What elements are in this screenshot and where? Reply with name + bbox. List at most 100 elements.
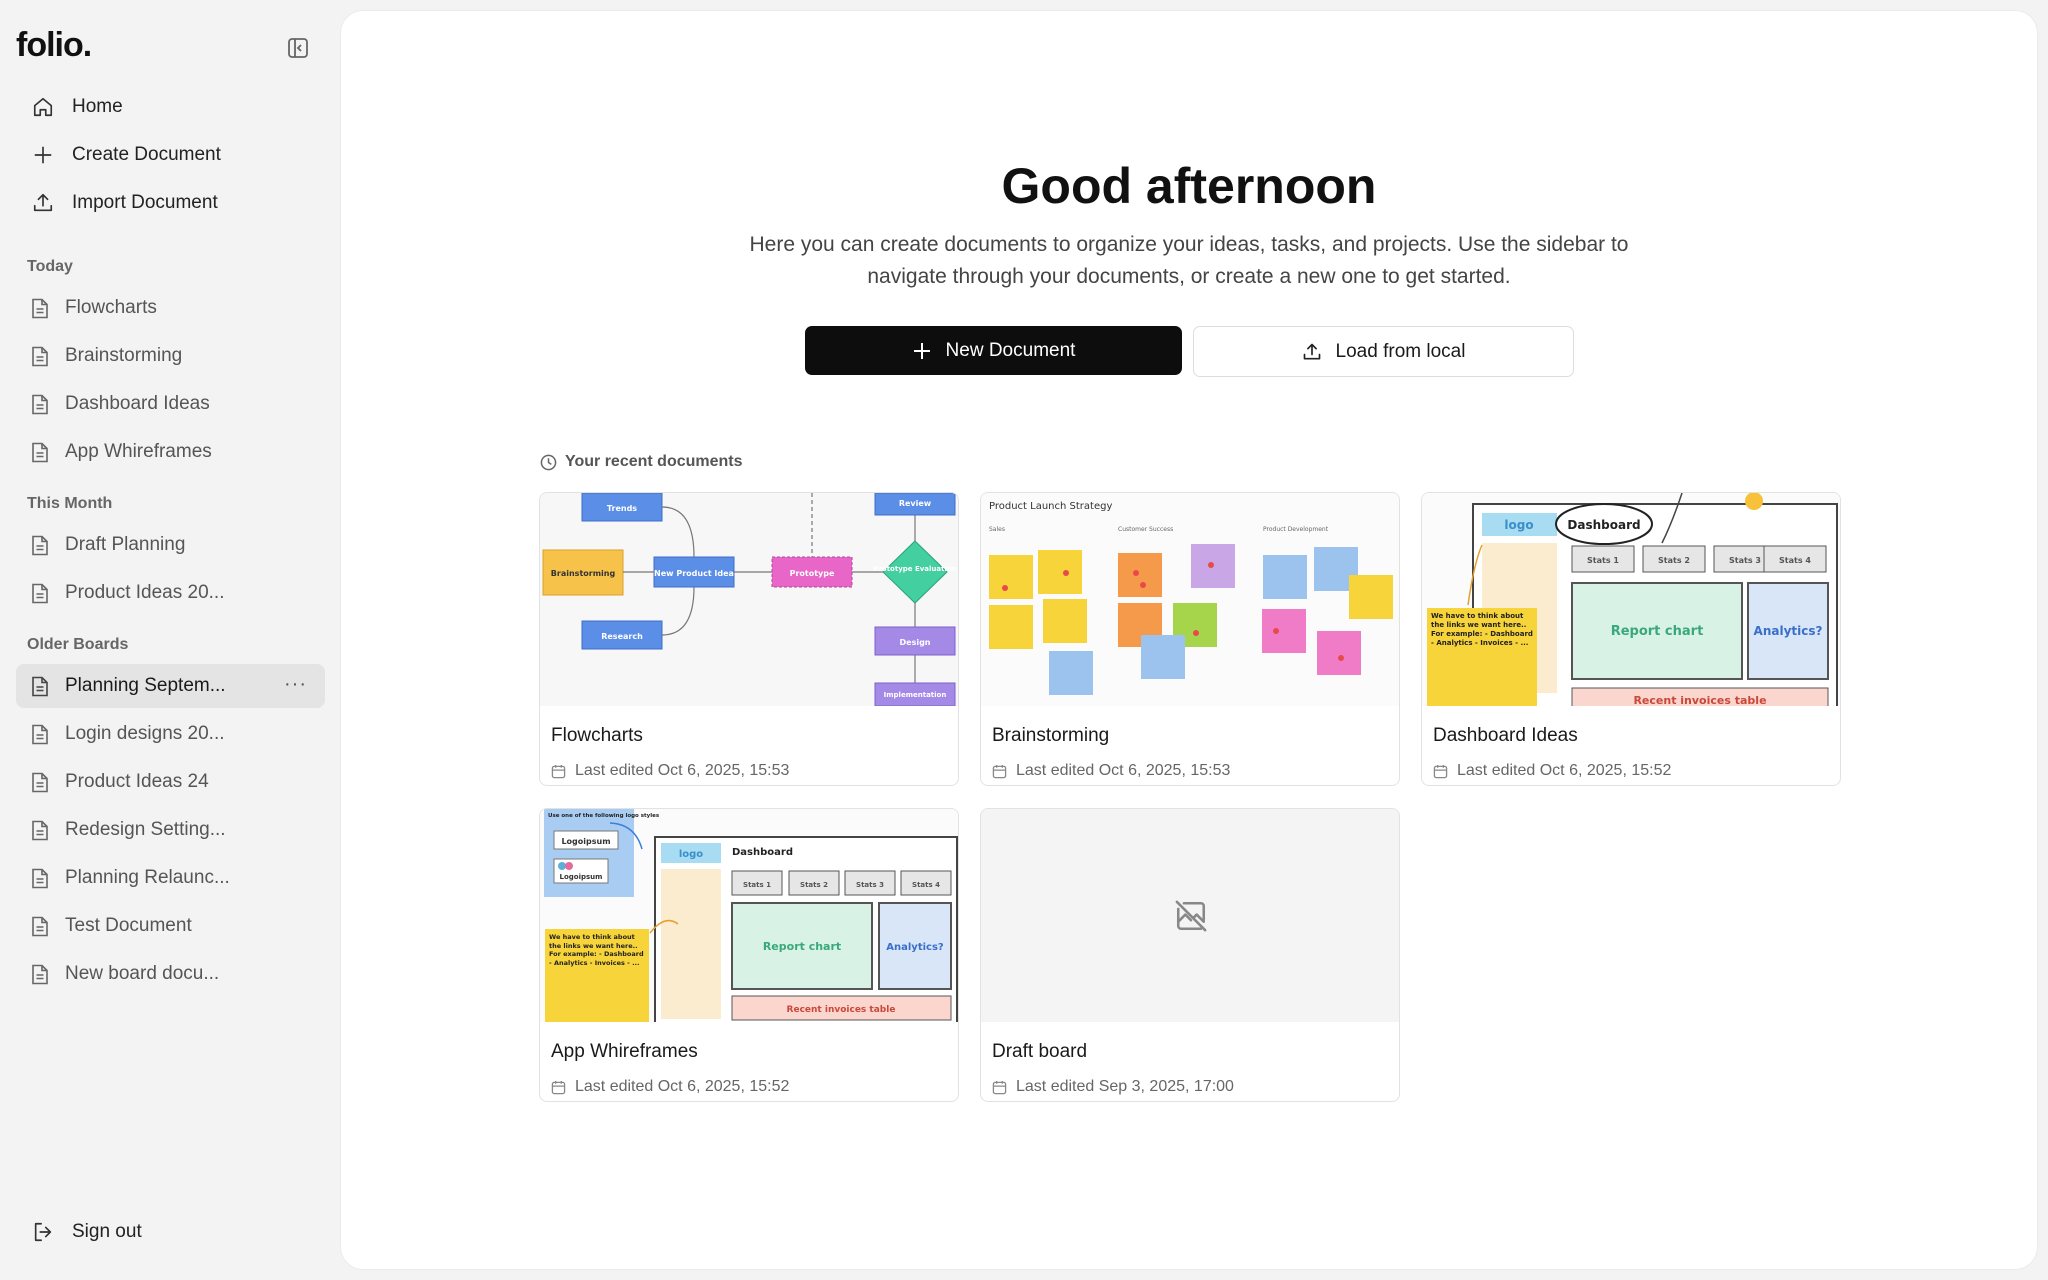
page-title: Good afternoon <box>1001 158 1377 214</box>
flow-node-label: New Product Idea <box>654 569 734 578</box>
document-icon <box>30 723 50 745</box>
no-image-icon <box>1175 900 1207 931</box>
nav-home[interactable]: Home <box>16 85 325 129</box>
sidebar-doc-label: Planning Relaunc... <box>65 867 230 888</box>
flow-node-label: Brainstorming <box>551 569 616 578</box>
sticky-note-text: We have to think about the links we want… <box>1431 612 1533 647</box>
document-icon <box>30 963 50 985</box>
sign-out-icon <box>30 1219 56 1245</box>
sidebar-doc-label: Redesign Setting... <box>65 819 226 840</box>
section-today: Today <box>27 258 73 275</box>
app-logo[interactable]: folio. <box>16 26 92 65</box>
sidebar: folio. Home Create Document Import Docum… <box>0 0 340 1280</box>
sign-out-button[interactable]: Sign out <box>16 1210 216 1254</box>
sidebar-doc-label: Dashboard Ideas <box>65 393 210 414</box>
calendar-icon <box>992 1080 1007 1095</box>
card-title: Draft board <box>992 1041 1088 1062</box>
flow-node-label: Trends <box>607 504 637 513</box>
clock-icon <box>540 454 557 471</box>
sign-out-label: Sign out <box>72 1221 142 1242</box>
new-document-button[interactable]: New Document <box>805 326 1182 375</box>
document-card[interactable]: Product Launch Strategy Sales Customer S… <box>980 492 1400 786</box>
document-card[interactable]: Trends Brainstorming New Product Idea Pr… <box>539 492 959 786</box>
sidebar-doc-item[interactable]: Redesign Setting... <box>16 808 325 852</box>
main-panel: Good afternoon Here you can create docum… <box>341 11 2037 1269</box>
wire-label: Use one of the following logo styles <box>548 813 660 819</box>
calendar-icon <box>1433 764 1448 779</box>
card-meta: Last edited Oct 6, 2025, 15:52 <box>1433 762 1671 780</box>
card-title: Flowcharts <box>551 725 643 746</box>
card-meta: Last edited Oct 6, 2025, 15:53 <box>992 762 1230 780</box>
wire-label: Report chart <box>1611 624 1704 639</box>
document-icon <box>30 582 50 604</box>
sidebar-doc-label: Brainstorming <box>65 345 183 366</box>
wire-label: Stats 3 <box>1729 556 1761 565</box>
document-card[interactable]: Draft board Last edited Sep 3, 2025, 17:… <box>980 808 1400 1102</box>
load-from-local-label: Load from local <box>1335 340 1466 362</box>
flow-node-label: Prototype <box>790 569 835 578</box>
card-title: App Whireframes <box>551 1041 698 1062</box>
card-title: Brainstorming <box>992 725 1110 746</box>
document-icon <box>30 534 50 556</box>
wire-label: logo <box>1504 518 1533 532</box>
flow-node-label: Review <box>899 499 932 508</box>
sidebar-doc-item[interactable]: Test Document <box>16 904 325 948</box>
column-label: Sales <box>989 526 1005 533</box>
nav-import-document[interactable]: Import Document <box>16 181 325 225</box>
sidebar-doc-item[interactable]: Product Ideas 20... <box>16 571 325 615</box>
sidebar-doc-item[interactable]: Flowcharts <box>16 286 325 330</box>
wire-label: Dashboard <box>732 847 793 858</box>
sidebar-toggle-icon <box>288 38 308 58</box>
sidebar-doc-item[interactable]: Planning Relaunc... <box>16 856 325 900</box>
sidebar-doc-item-active[interactable]: Planning Septem... ··· <box>16 664 325 708</box>
wire-label: Stats 2 <box>800 881 828 889</box>
sidebar-doc-item[interactable]: App Whireframes <box>16 430 325 474</box>
wire-label: Logoipsum <box>560 873 603 881</box>
load-from-local-button[interactable]: Load from local <box>1193 326 1574 377</box>
sidebar-doc-item[interactable]: Dashboard Ideas <box>16 382 325 426</box>
sidebar-doc-label: New board docu... <box>65 963 220 984</box>
wire-label: Stats 4 <box>912 881 940 889</box>
card-last-edited: Last edited Oct 6, 2025, 15:52 <box>575 1078 790 1095</box>
wire-label: Stats 2 <box>1658 556 1690 565</box>
flow-node-label: Prototype Evaluation <box>873 565 956 573</box>
document-icon <box>30 675 50 697</box>
sidebar-doc-label: Flowcharts <box>65 297 157 318</box>
wire-label: Stats 1 <box>1587 556 1619 565</box>
card-meta: Last edited Sep 3, 2025, 17:00 <box>992 1078 1234 1096</box>
card-thumbnail: logo Dashboard Stats 1 Stats 2 Stats 3 S… <box>1422 493 1840 706</box>
sidebar-doc-item[interactable]: New board docu... <box>16 952 325 996</box>
card-last-edited: Last edited Oct 6, 2025, 15:52 <box>1457 762 1672 779</box>
sticky-note-text: We have to think about the links we want… <box>549 933 644 967</box>
card-thumbnail-empty <box>981 809 1399 1022</box>
wire-label: Recent invoices table <box>1633 694 1766 706</box>
sidebar-doc-label: Product Ideas 24 <box>65 771 209 792</box>
nav-import-label: Import Document <box>72 192 218 213</box>
card-last-edited: Last edited Sep 3, 2025, 17:00 <box>1016 1078 1234 1095</box>
card-last-edited: Last edited Oct 6, 2025, 15:53 <box>1016 762 1231 779</box>
sidebar-doc-item[interactable]: Brainstorming <box>16 334 325 378</box>
more-options-icon[interactable]: ··· <box>284 674 307 694</box>
plus-icon <box>30 142 56 168</box>
wire-label: Report chart <box>763 940 841 953</box>
home-icon <box>30 94 56 120</box>
document-card[interactable]: logo Dashboard Stats 1 Stats 2 Stats 3 S… <box>539 808 959 1102</box>
sidebar-doc-label: Login designs 20... <box>65 723 225 744</box>
wire-label: Stats 4 <box>1779 556 1811 565</box>
column-label: Product Development <box>1263 526 1329 533</box>
document-icon <box>30 915 50 937</box>
document-card[interactable]: logo Dashboard Stats 1 Stats 2 Stats 3 S… <box>1421 492 1841 786</box>
new-document-label: New Document <box>945 339 1076 361</box>
card-last-edited: Last edited Oct 6, 2025, 15:53 <box>575 762 790 779</box>
nav-home-label: Home <box>72 96 123 117</box>
sidebar-doc-item[interactable]: Login designs 20... <box>16 712 325 756</box>
wire-label: Dashboard <box>1567 518 1640 532</box>
sidebar-doc-item[interactable]: Product Ideas 24 <box>16 760 325 804</box>
sidebar-toggle-button[interactable] <box>286 36 310 60</box>
card-thumbnail: logo Dashboard Stats 1 Stats 2 Stats 3 S… <box>540 809 958 1022</box>
document-icon <box>30 441 50 463</box>
recent-documents-label: Your recent documents <box>565 453 743 470</box>
nav-create-document[interactable]: Create Document <box>16 133 325 177</box>
sidebar-doc-item[interactable]: Draft Planning <box>16 523 325 567</box>
calendar-icon <box>551 764 566 779</box>
